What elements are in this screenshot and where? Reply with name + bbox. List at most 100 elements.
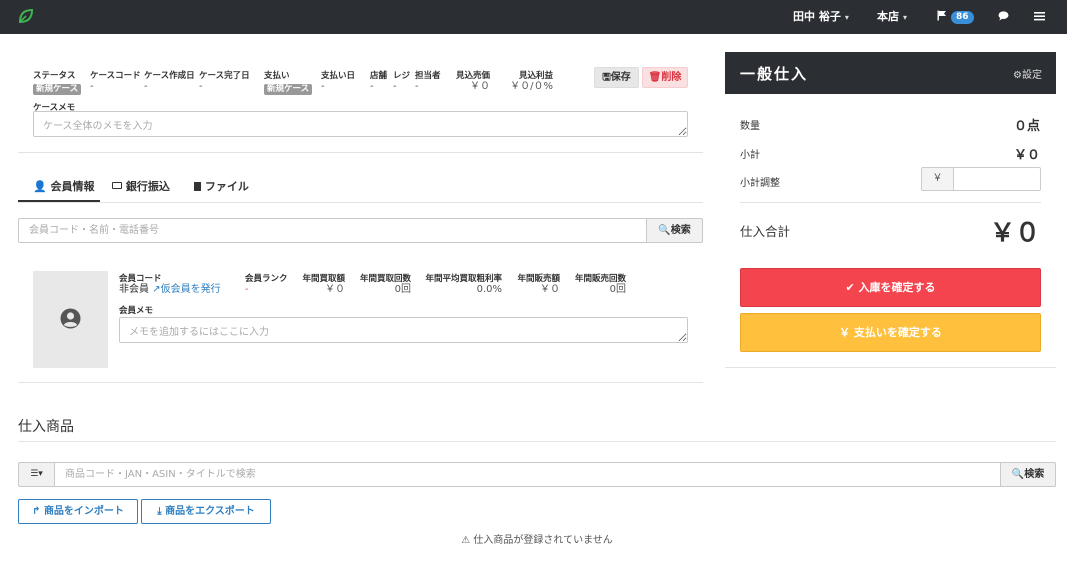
confirm-payment-label: ￥ 支払いを確定する (839, 326, 942, 339)
confirm-payment-button[interactable]: ￥ 支払いを確定する (740, 313, 1041, 352)
case-code-value: - (90, 81, 94, 92)
quantity-value: ０点 (1013, 119, 1040, 134)
tab-bank-transfer[interactable]: 銀行振込 (112, 178, 170, 194)
tabs-divider (18, 202, 703, 203)
annual-buy-amount-label: 年間買取額 (302, 274, 345, 284)
confirm-stock-button[interactable]: ✔ 入庫を確定する (740, 268, 1041, 307)
register-label: レジ (393, 71, 411, 81)
expected-profit-field: 見込利益 ￥０/０% (496, 69, 553, 93)
save-button[interactable]: 🖫保存 (594, 67, 639, 88)
annual-buy-count-field: 年間買取回数 0回 (356, 272, 411, 296)
hamburger-menu-button[interactable] (1034, 0, 1045, 34)
product-search-button[interactable]: 🔍検索 (1000, 462, 1056, 487)
divider (18, 441, 1056, 442)
download-icon: ⤓ (157, 506, 162, 517)
store-menu[interactable]: 本店 ▾ (877, 0, 907, 34)
panel-settings-button[interactable]: ⚙設定 (1013, 66, 1042, 81)
tab-bank-transfer-label: 銀行振込 (125, 180, 170, 193)
expected-sales-field: 見込売価 ￥０ (448, 69, 490, 93)
import-products-label: 商品をインポート (43, 506, 124, 517)
save-label: 保存 (610, 72, 631, 83)
trash-icon: 🗑 (648, 72, 662, 83)
store-field: 店舗 - (370, 69, 387, 93)
import-products-button[interactable]: ↱ 商品をインポート (18, 499, 138, 524)
annual-buy-amount-field: 年間買取額 ￥０ (298, 272, 345, 296)
case-code-label: ケースコード (90, 71, 141, 81)
annual-sales-count-label: 年間販売回数 (574, 274, 626, 284)
export-products-button[interactable]: ⤓ 商品をエクスポート (141, 499, 271, 524)
expected-sales-value: ￥０ (470, 81, 490, 92)
staff-value: - (415, 81, 419, 92)
register-value: - (393, 81, 397, 92)
case-status-badge: 新規ケース (33, 84, 82, 95)
store-name: 本店 (877, 10, 899, 23)
product-search-input[interactable] (54, 462, 1001, 487)
member-rank-label: 会員ランク (245, 274, 288, 284)
confirm-stock-label: 入庫を確定する (858, 281, 936, 294)
member-rank-field: 会員ランク - (245, 272, 288, 296)
subtotal-adjust-input[interactable] (954, 167, 1041, 191)
annual-buy-count-value: 0回 (394, 284, 411, 295)
product-search-button-label: 検索 (1024, 469, 1045, 480)
search-icon: 🔍 (658, 225, 671, 236)
member-code-field: 会員コード 非会員 ↗仮会員を発行 (119, 272, 221, 296)
subtotal-label: 小計 (740, 150, 760, 161)
caret-down-icon: ▾ (38, 469, 43, 479)
save-icon: 🖫 (602, 72, 611, 83)
issue-temp-member-link[interactable]: ↗仮会員を発行 (152, 284, 220, 295)
case-status-label: ステータス (33, 71, 76, 81)
divider (18, 382, 703, 383)
member-memo-label: 会員メモ (119, 306, 154, 316)
yen-addon: ￥ (921, 167, 954, 191)
case-created-value: - (144, 81, 148, 92)
notification-count-badge: 86 (951, 11, 974, 24)
purchase-total-value: ￥０ (989, 218, 1040, 247)
member-code-value: 非会員 (119, 284, 149, 295)
member-search-button[interactable]: 🔍検索 (646, 218, 703, 243)
warning-icon: ⚠ (461, 535, 471, 546)
member-search-input[interactable] (18, 218, 647, 243)
case-created-field: ケース作成日 - (144, 69, 195, 93)
product-filter-button[interactable]: ☰▾ (18, 462, 55, 487)
case-created-label: ケース作成日 (144, 71, 195, 81)
case-completed-value: - (199, 81, 203, 92)
delete-label: 削除 (661, 72, 682, 83)
payment-status-badge: 新規ケース (264, 84, 313, 95)
case-completed-field: ケース完了日 - (199, 69, 250, 93)
staff-field: 担当者 - (415, 69, 441, 93)
panel-title: 一般仕入 (740, 65, 809, 83)
case-memo-textarea[interactable] (33, 111, 688, 137)
gear-icon: ⚙ (1013, 70, 1022, 81)
avatar (33, 271, 108, 368)
notifications-button[interactable]: 86 (937, 0, 974, 34)
expected-profit-label: 見込利益 (518, 71, 553, 81)
member-rank-value: - (245, 284, 249, 295)
user-circle-icon (60, 308, 81, 329)
annual-margin-value: 0.0% (476, 284, 502, 295)
member-code-row: 非会員 ↗仮会員を発行 (119, 284, 221, 296)
tab-member-info[interactable]: 👤 会員情報 (33, 178, 95, 194)
chevron-down-icon: ▾ (844, 13, 849, 22)
annual-sales-count-field: 年間販売回数 0回 (570, 272, 626, 296)
annual-sales-amount-label: 年間販売額 (517, 274, 560, 284)
annual-sales-count-value: 0回 (609, 284, 626, 295)
empty-products-message: ⚠ 仕入商品が登録されていません (0, 531, 1067, 546)
member-memo-textarea[interactable] (119, 317, 688, 343)
tab-files[interactable]: ファイル (194, 178, 249, 194)
flag-icon (937, 10, 946, 21)
user-menu[interactable]: 田中 裕子 ▾ (793, 0, 849, 34)
annual-buy-amount-value: ￥０ (325, 284, 345, 295)
leaf-logo-icon[interactable] (17, 7, 35, 25)
hamburger-icon (1034, 12, 1045, 21)
store-label: 店舗 (370, 71, 388, 81)
chat-bubble-icon (998, 11, 1009, 21)
payment-date-field: 支払い日 - (321, 69, 355, 93)
delete-button[interactable]: 🗑削除 (642, 67, 688, 88)
chat-button[interactable] (998, 0, 1009, 34)
register-field: レジ - (393, 69, 410, 93)
payment-label: 支払い (264, 71, 290, 81)
payment-date-value: - (321, 81, 325, 92)
products-section-title: 仕入商品 (18, 419, 74, 435)
tab-files-label: ファイル (204, 180, 249, 193)
annual-margin-label: 年間平均買取粗利率 (425, 274, 502, 284)
